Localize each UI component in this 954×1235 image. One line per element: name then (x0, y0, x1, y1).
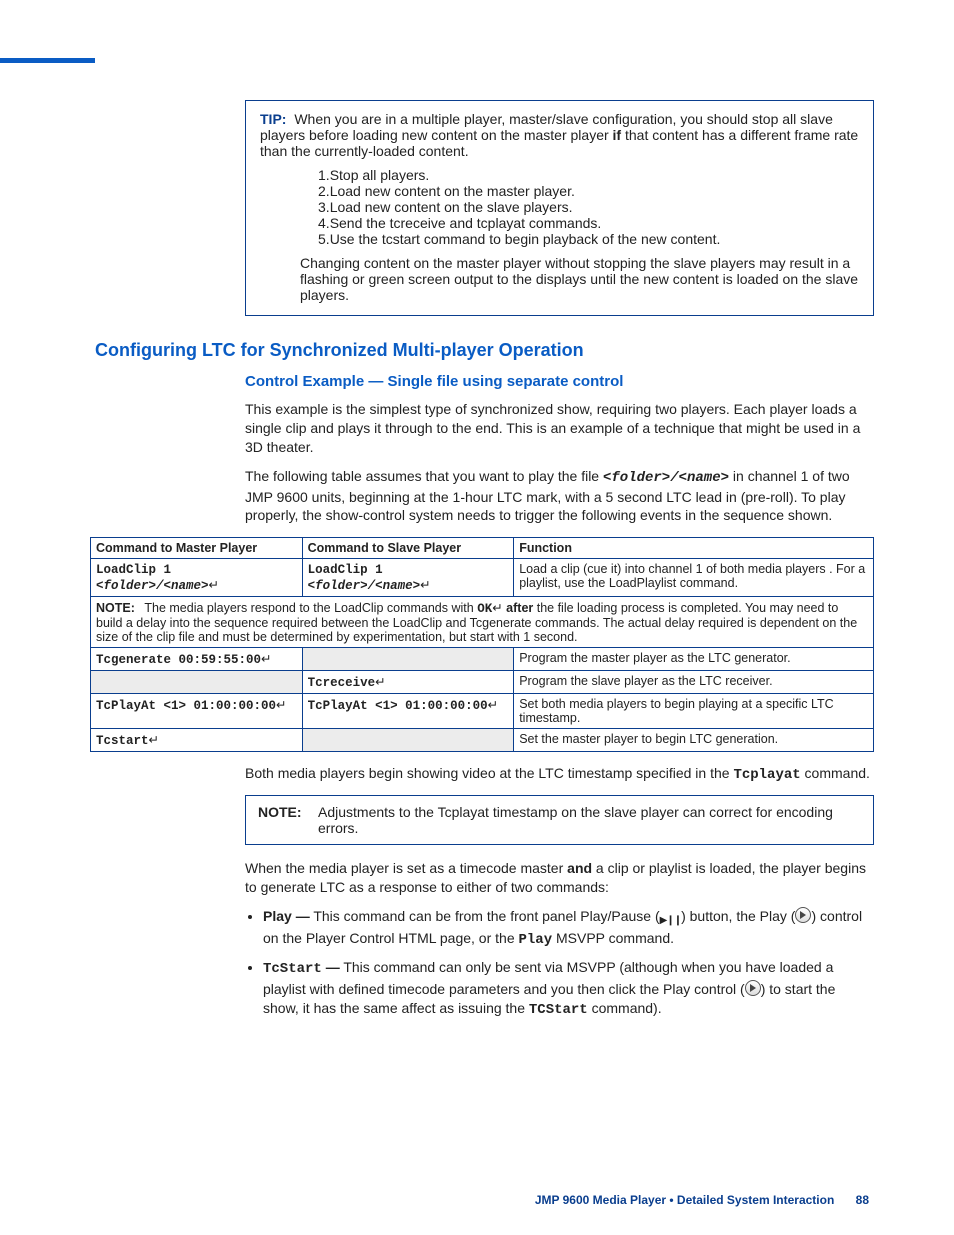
table-row: Tcstart Set the master player to begin L… (91, 729, 874, 752)
cmd: LoadClip 1 (96, 563, 171, 577)
enter-icon (209, 579, 219, 593)
tip-step: Stop all players. (330, 167, 430, 183)
footer-text: JMP 9600 Media Player • Detailed System … (535, 1193, 834, 1207)
paragraph: This example is the simplest type of syn… (245, 400, 874, 457)
paragraph: Both media players begin showing video a… (245, 764, 874, 785)
tip-step: Load new content on the slave players. (330, 199, 573, 215)
text: The following table assumes that you wan… (245, 468, 603, 484)
note-text: Adjustments to the Tcplayat timestamp on… (318, 804, 861, 836)
enter-icon (420, 579, 430, 593)
heading-h3: Control Example — Single file using sepa… (245, 373, 874, 390)
table-note-row: NOTE: The media players respond to the L… (91, 597, 874, 648)
tip-steps: 1.Stop all players. 2.Load new content o… (300, 167, 859, 247)
cmd: Tcreceive (308, 676, 376, 690)
th-master: Command to Master Player (91, 538, 303, 559)
text: command. (801, 765, 870, 781)
arg: <folder>/<name> (308, 579, 421, 593)
enter-icon (492, 602, 502, 616)
text: The media players respond to the LoadCli… (144, 601, 477, 615)
bold: after (503, 601, 534, 615)
table-row: LoadClip 1 <folder>/<name> LoadClip 1 <f… (91, 559, 874, 597)
cmd: TcPlayAt <1> 01:00:00:00 (308, 699, 488, 713)
list-item: TcStart — This command can only be sent … (263, 958, 874, 1021)
header-bar (0, 58, 95, 63)
cmd: Tcgenerate 00:59:55:00 (96, 653, 261, 667)
func: Program the master player as the LTC gen… (514, 648, 874, 671)
text: This command can be from the front panel… (310, 908, 660, 924)
cmd: LoadClip 1 (308, 563, 383, 577)
cmd: TcPlayAt <1> 01:00:00:00 (96, 699, 276, 713)
text: command). (588, 1000, 662, 1016)
empty-cell (302, 648, 514, 671)
tip-step: Use the tcstart command to begin playbac… (330, 231, 721, 247)
code: Play (519, 932, 553, 948)
enter-icon (375, 676, 385, 690)
list-item: Play — This command can be from the fron… (263, 907, 874, 950)
tip-label: TIP: (260, 111, 286, 127)
paragraph: The following table assumes that you wan… (245, 467, 874, 526)
text: When the media player is set as a timeco… (245, 860, 567, 876)
text: MSVPP command. (552, 930, 674, 946)
tcstart-label: TcStart (263, 961, 322, 977)
note-text: The media players respond to the LoadCli… (96, 601, 857, 644)
page-number: 88 (856, 1193, 869, 1207)
note-label: NOTE: (258, 804, 302, 820)
func: Load a clip (cue it) into channel 1 of b… (514, 559, 874, 597)
empty-cell (302, 729, 514, 752)
ok-code: OK (477, 602, 492, 616)
table-header-row: Command to Master Player Command to Slav… (91, 538, 874, 559)
arg: <folder>/<name> (96, 579, 209, 593)
text: ) button, the Play ( (681, 908, 795, 924)
bold: and (567, 860, 592, 876)
play-circle-icon (795, 907, 811, 923)
func: Set both media players to begin playing … (514, 694, 874, 729)
page: TIP: When you are in a multiple player, … (0, 0, 954, 1235)
command-list: Play — This command can be from the fron… (263, 907, 874, 1021)
th-slave: Command to Slave Player (302, 538, 514, 559)
play-pause-icon (660, 909, 681, 929)
play-circle-icon (745, 980, 761, 996)
enter-icon (149, 734, 159, 748)
paragraph: When the media player is set as a timeco… (245, 859, 874, 897)
dash: — (322, 959, 340, 975)
cmd: Tcstart (96, 734, 149, 748)
enter-icon (261, 653, 271, 667)
tip-box: TIP: When you are in a multiple player, … (245, 100, 874, 316)
code: TCStart (529, 1002, 588, 1018)
enter-icon (276, 699, 286, 713)
page-footer: JMP 9600 Media Player • Detailed System … (535, 1193, 869, 1207)
enter-icon (488, 699, 498, 713)
command-table: Command to Master Player Command to Slav… (90, 537, 874, 752)
empty-cell (91, 671, 303, 694)
table-row: Tcgenerate 00:59:55:00 Program the maste… (91, 648, 874, 671)
tip-step: Load new content on the master player. (330, 183, 575, 199)
table-row: TcPlayAt <1> 01:00:00:00 TcPlayAt <1> 01… (91, 694, 874, 729)
table-row: Tcreceive Program the slave player as th… (91, 671, 874, 694)
func: Set the master player to begin LTC gener… (514, 729, 874, 752)
play-label: Play — (263, 908, 310, 924)
note-label: NOTE: (96, 601, 135, 615)
heading-h2: Configuring LTC for Synchronized Multi-p… (95, 340, 874, 361)
tip-intro-bold: if (613, 127, 622, 143)
tip-outro: Changing content on the master player wi… (300, 255, 859, 303)
code: Tcplayat (733, 767, 800, 783)
func: Program the slave player as the LTC rece… (514, 671, 874, 694)
text: Both media players begin showing video a… (245, 765, 733, 781)
tip-step: Send the tcreceive and tcplayat commands… (330, 215, 602, 231)
note-box: NOTE: Adjustments to the Tcplayat timest… (245, 795, 874, 845)
code: <folder>/<name> (603, 470, 729, 486)
th-function: Function (514, 538, 874, 559)
